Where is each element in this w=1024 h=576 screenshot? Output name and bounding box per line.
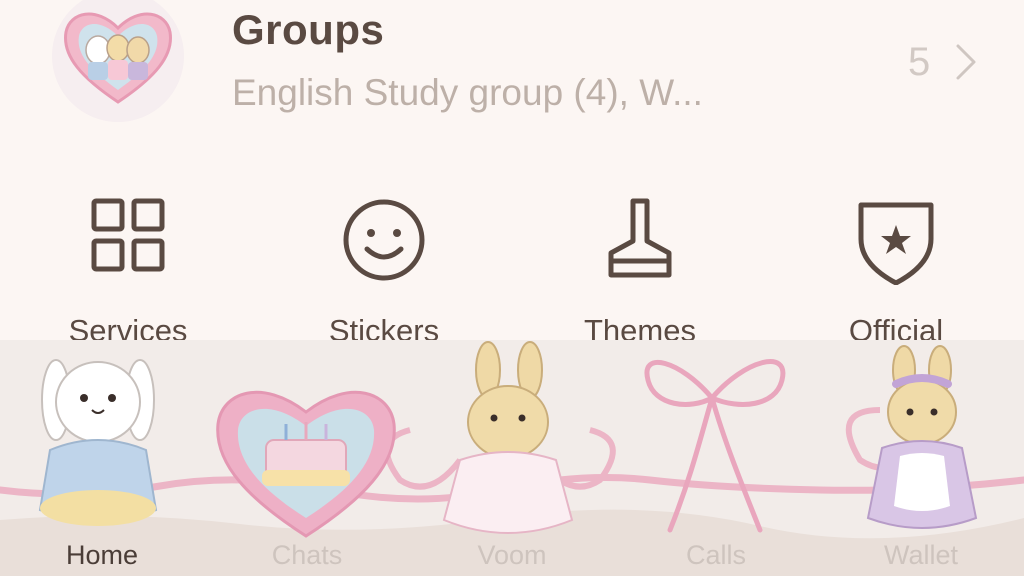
smiley-icon [343,199,425,281]
tab-bar: Home Chats Voom Calls Wallet [0,340,1024,576]
tab-wallet[interactable]: Wallet [841,540,1001,571]
grid-icon [91,198,165,272]
groups-subtitle: English Study group (4), W... [232,72,703,113]
stickers-button[interactable]: Stickers [294,195,474,348]
shield-star-icon [858,202,934,285]
tab-calls[interactable]: Calls [636,540,796,571]
tab-home[interactable]: Home [22,540,182,571]
official-button[interactable]: Official [806,195,986,348]
groups-title: Groups [232,6,385,53]
tab-chats[interactable]: Chats [227,540,387,571]
chevron-right-icon[interactable] [950,42,980,82]
group-avatar [52,0,184,122]
tab-voom[interactable]: Voom [432,540,592,571]
services-button[interactable]: Services [38,195,218,348]
groups-row[interactable]: Groups English Study group (4), W... 5 [0,0,1024,150]
groups-count: 5 [908,40,931,84]
brush-icon [608,198,672,278]
themes-button[interactable]: Themes [550,195,730,348]
